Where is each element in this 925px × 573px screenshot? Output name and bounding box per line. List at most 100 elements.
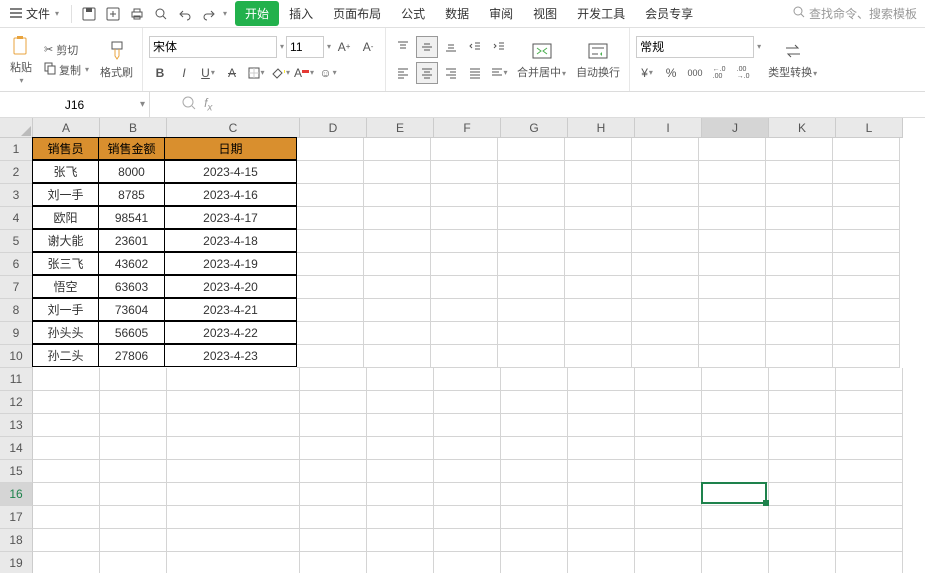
cell[interactable] xyxy=(297,184,364,207)
cell[interactable] xyxy=(297,322,364,345)
tab-页面布局[interactable]: 页面布局 xyxy=(323,1,391,26)
cell[interactable]: 73604 xyxy=(98,298,165,321)
cell[interactable] xyxy=(833,322,900,345)
cell[interactable] xyxy=(699,253,766,276)
cell[interactable] xyxy=(33,368,100,391)
name-box-input[interactable] xyxy=(0,98,149,112)
column-header[interactable]: K xyxy=(769,118,836,138)
cell[interactable] xyxy=(431,253,498,276)
cell[interactable] xyxy=(167,414,300,437)
cell[interactable] xyxy=(367,368,434,391)
cell[interactable] xyxy=(100,437,167,460)
cell[interactable] xyxy=(632,299,699,322)
cell[interactable] xyxy=(635,460,702,483)
cell[interactable] xyxy=(836,437,903,460)
cell[interactable] xyxy=(632,184,699,207)
align-right-button[interactable] xyxy=(440,62,462,84)
cell[interactable] xyxy=(635,391,702,414)
merge-center-button[interactable]: 合并居中▾ xyxy=(514,39,569,80)
cell[interactable]: 张三飞 xyxy=(32,252,99,275)
align-left-button[interactable] xyxy=(392,62,414,84)
percent-button[interactable]: % xyxy=(660,62,682,84)
strikethrough-button[interactable]: A xyxy=(221,62,243,84)
cell[interactable] xyxy=(769,391,836,414)
formula-input[interactable] xyxy=(220,97,620,111)
cell[interactable] xyxy=(699,207,766,230)
row-header[interactable]: 11 xyxy=(0,368,33,391)
cell[interactable] xyxy=(434,437,501,460)
cell[interactable] xyxy=(100,414,167,437)
wrap-text-button[interactable]: 自动换行 xyxy=(573,39,623,80)
row-header[interactable]: 9 xyxy=(0,322,33,345)
row-header[interactable]: 10 xyxy=(0,345,33,368)
tab-开始[interactable]: 开始 xyxy=(235,1,279,26)
cell[interactable] xyxy=(100,460,167,483)
cell[interactable] xyxy=(836,414,903,437)
cell[interactable] xyxy=(565,207,632,230)
file-menu[interactable]: 文件 ▾ xyxy=(4,3,65,24)
cell[interactable] xyxy=(568,529,635,552)
tab-视图[interactable]: 视图 xyxy=(523,1,567,26)
search-box[interactable]: 查找命令、搜索模板 xyxy=(793,5,921,22)
cell[interactable] xyxy=(367,460,434,483)
currency-button[interactable]: ¥▾ xyxy=(636,62,658,84)
cell[interactable] xyxy=(769,437,836,460)
cell[interactable] xyxy=(568,391,635,414)
cell[interactable] xyxy=(167,529,300,552)
cell[interactable] xyxy=(632,161,699,184)
cell[interactable] xyxy=(632,322,699,345)
saveas-icon[interactable] xyxy=(102,3,124,25)
cell[interactable] xyxy=(635,529,702,552)
spreadsheet-grid[interactable]: ABCDEFGHIJKL 123456789101112131415161718… xyxy=(0,118,925,573)
row-header[interactable]: 16 xyxy=(0,483,33,506)
row-header[interactable]: 19 xyxy=(0,552,33,573)
cell[interactable] xyxy=(565,138,632,161)
save-icon[interactable] xyxy=(78,3,100,25)
cell[interactable] xyxy=(568,437,635,460)
cell[interactable] xyxy=(367,391,434,414)
cell[interactable] xyxy=(431,299,498,322)
cell[interactable] xyxy=(766,253,833,276)
cell[interactable] xyxy=(769,460,836,483)
paste-button[interactable]: 粘贴▾ xyxy=(6,34,36,85)
cell[interactable]: 刘一手 xyxy=(32,183,99,206)
comma-button[interactable]: 000 xyxy=(684,62,706,84)
cell[interactable] xyxy=(702,460,769,483)
cell[interactable] xyxy=(498,184,565,207)
cell[interactable] xyxy=(501,391,568,414)
cell[interactable] xyxy=(632,345,699,368)
cell[interactable]: 98541 xyxy=(98,206,165,229)
cell[interactable] xyxy=(699,322,766,345)
cell[interactable] xyxy=(702,414,769,437)
cell[interactable] xyxy=(702,506,769,529)
cell[interactable] xyxy=(635,552,702,573)
decrease-decimal-button[interactable]: .00 →.0 xyxy=(732,62,754,84)
align-middle-button[interactable] xyxy=(416,36,438,58)
cell[interactable] xyxy=(33,391,100,414)
cell[interactable] xyxy=(836,552,903,573)
row-header[interactable]: 17 xyxy=(0,506,33,529)
increase-decimal-button[interactable]: ←.0 .00 xyxy=(708,62,730,84)
cell[interactable] xyxy=(300,552,367,573)
cell[interactable] xyxy=(364,230,431,253)
cell[interactable] xyxy=(498,322,565,345)
row-header[interactable]: 6 xyxy=(0,253,33,276)
cell[interactable] xyxy=(766,345,833,368)
cell[interactable] xyxy=(431,322,498,345)
cell[interactable] xyxy=(434,529,501,552)
cell[interactable] xyxy=(33,437,100,460)
cell[interactable] xyxy=(434,414,501,437)
cell[interactable] xyxy=(100,368,167,391)
copy-button[interactable]: 复制▾ xyxy=(40,61,93,79)
cell[interactable] xyxy=(498,299,565,322)
cell[interactable]: 43602 xyxy=(98,252,165,275)
cell[interactable] xyxy=(33,483,100,506)
row-header[interactable]: 14 xyxy=(0,437,33,460)
cell[interactable]: 悟空 xyxy=(32,275,99,298)
cell[interactable] xyxy=(297,276,364,299)
redo-icon[interactable] xyxy=(198,3,220,25)
cell[interactable] xyxy=(501,529,568,552)
row-header[interactable]: 1 xyxy=(0,138,33,161)
cell[interactable] xyxy=(836,506,903,529)
cell[interactable] xyxy=(501,483,568,506)
